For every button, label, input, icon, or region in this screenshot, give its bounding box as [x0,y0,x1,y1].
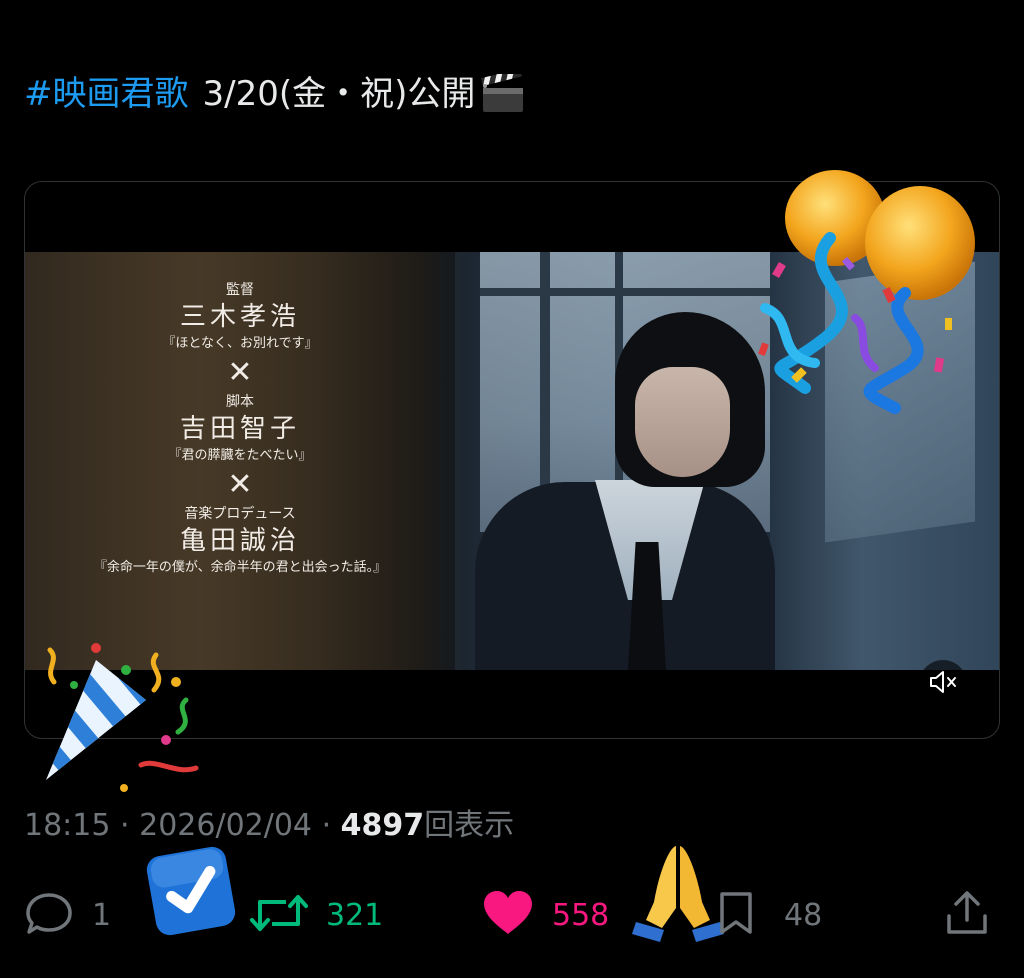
like-button[interactable]: 558 [482,880,609,950]
credit-separator: ✕ [227,467,253,502]
like-icon [482,890,534,940]
credit-name: 吉田智子 [179,414,300,444]
credit-role: 監督 [226,282,254,298]
mute-button[interactable] [919,660,967,708]
post-detail: #映画君歌 3/20(金・祝)公開 監督 三木孝浩 『ほとなく、お別れです』 ✕… [0,0,1024,978]
reply-count: 1 [92,897,112,933]
bookmark-button[interactable]: 48 [718,880,822,950]
credit-role: 音楽プロデュース [184,506,296,522]
share-icon [944,890,990,940]
meta-separator: · [120,808,130,843]
post-body-text: 3/20(金・祝)公開 [202,74,476,114]
clapperboard-icon [479,68,527,114]
like-count: 558 [552,897,610,933]
mute-icon [928,669,958,699]
bookmark-icon [718,890,754,940]
action-bar: 1 321 558 48 [0,880,1024,950]
credit-work: 『ほとなく、お別れです』 [162,336,318,351]
post-date[interactable]: 2026/02/04 [139,808,312,843]
share-button[interactable] [944,880,990,950]
party-popper-sticker [36,640,206,795]
reply-button[interactable]: 1 [24,880,111,950]
retweet-icon [250,890,308,940]
retweet-button[interactable]: 321 [250,880,383,950]
meta-separator: · [321,808,332,843]
views-count: 4897 [340,808,425,843]
hashtag-link[interactable]: #映画君歌 [24,70,189,118]
credit-work: 『余命一年の僕が、余命半年の君と出会った話。』 [93,560,387,575]
balloons-sticker [735,168,975,418]
credit-name: 亀田誠治 [179,526,300,556]
post-text: #映画君歌 3/20(金・祝)公開 [24,68,527,118]
post-meta: 18:15 · 2026/02/04 · 4897回表示 [24,806,514,846]
video-credits: 監督 三木孝浩 『ほとなく、お別れです』 ✕ 脚本 吉田智子 『君の膵臓をたべた… [45,280,435,578]
bookmark-count: 48 [784,897,823,933]
credit-work: 『君の膵臓をたべたい』 [168,448,312,463]
reply-icon [24,890,74,940]
credit-role: 脚本 [226,394,254,410]
views-label: 回表示 [424,808,515,843]
credit-separator: ✕ [227,355,253,390]
credit-name: 三木孝浩 [179,302,300,332]
retweet-count: 321 [326,897,384,933]
post-time[interactable]: 18:15 [24,808,110,843]
